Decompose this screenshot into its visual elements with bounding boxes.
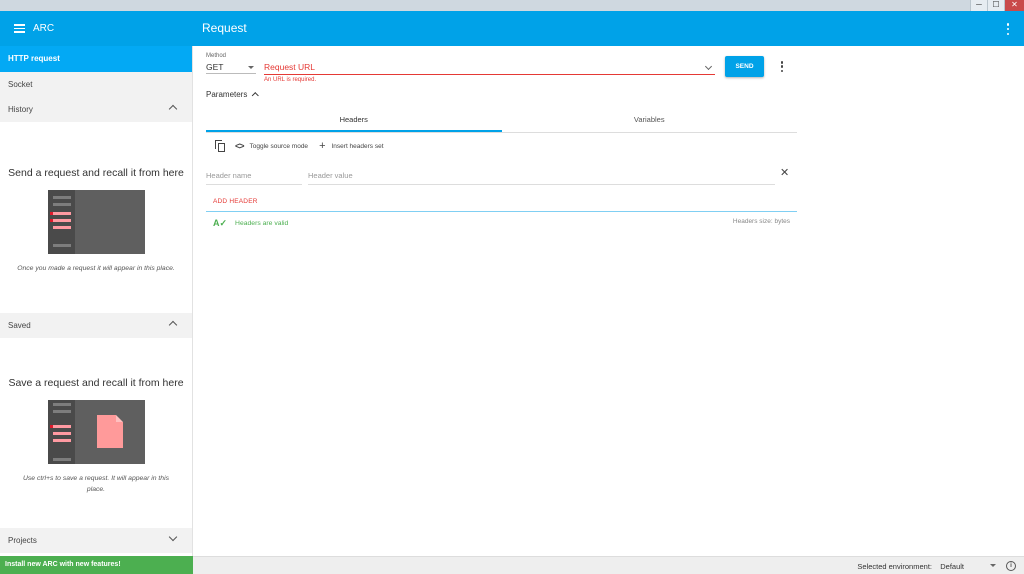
- history-illustration: [47, 190, 145, 254]
- sidebar: HTTP request Socket History Send a reque…: [0, 46, 193, 574]
- chevron-up-icon[interactable]: [168, 320, 178, 330]
- parameter-tabs: Headers Variables: [206, 110, 797, 133]
- history-empty-state: Send a request and recall it from here O…: [0, 122, 192, 313]
- parameters-toggle[interactable]: Parameters: [206, 90, 259, 99]
- request-options-icon[interactable]: [780, 61, 784, 72]
- method-value: GET: [206, 62, 224, 72]
- app-name: ARC: [33, 23, 55, 34]
- environment-select[interactable]: Default: [940, 562, 964, 571]
- projects-section-header[interactable]: Projects: [0, 528, 192, 553]
- url-error-message: An URL is required.: [264, 77, 317, 83]
- maximize-button[interactable]: ☐: [987, 0, 1004, 11]
- app-brand: ARC: [14, 11, 54, 46]
- info-icon[interactable]: i: [1006, 561, 1016, 571]
- history-empty-text: Once you made a request it will appear i…: [17, 265, 175, 272]
- header-value-input[interactable]: Header value: [308, 171, 775, 185]
- sidebar-item-socket[interactable]: Socket: [0, 72, 192, 97]
- chevron-up-icon: [252, 91, 259, 98]
- app-bar: ARC Request: [0, 11, 1024, 46]
- saved-empty-text: Use ctrl+s to save a request. It will ap…: [22, 475, 169, 493]
- request-url-placeholder: Request URL: [264, 62, 316, 72]
- chevron-down-icon[interactable]: [168, 532, 178, 542]
- chevron-down-icon[interactable]: [704, 62, 713, 71]
- divider: [206, 211, 797, 212]
- history-section-header[interactable]: History: [0, 97, 192, 122]
- add-header-button[interactable]: ADD HEADER: [213, 198, 258, 205]
- saved-empty-state: Save a request and recall it from here U…: [0, 338, 192, 528]
- saved-label: Saved: [8, 321, 31, 330]
- sidebar-item-http-request[interactable]: HTTP request: [0, 46, 192, 72]
- header-name-input[interactable]: Header name: [206, 171, 302, 185]
- insert-headers-set-button[interactable]: Insert headers set: [332, 143, 384, 150]
- spellcheck-icon: A✓: [213, 218, 228, 228]
- window-controls: ─ ☐ ✕: [970, 0, 1024, 11]
- close-window-button[interactable]: ✕: [1004, 0, 1024, 11]
- tab-variables[interactable]: Variables: [502, 110, 798, 132]
- headers-toolbar: <> Toggle source mode + Insert headers s…: [215, 139, 384, 153]
- minimize-button[interactable]: ─: [970, 0, 987, 11]
- history-empty-title: Send a request and recall it from here: [8, 167, 184, 179]
- projects-label: Projects: [8, 536, 37, 545]
- document-icon: [96, 415, 123, 448]
- toggle-source-mode-button[interactable]: Toggle source mode: [250, 143, 309, 150]
- window-titlebar: ─ ☐ ✕: [0, 0, 1024, 11]
- copy-icon[interactable]: [215, 140, 225, 152]
- saved-illustration: [47, 400, 145, 464]
- plus-icon[interactable]: +: [319, 141, 325, 152]
- environment-label: Selected environment:: [857, 562, 932, 571]
- chevron-up-icon[interactable]: [168, 104, 178, 114]
- history-label: History: [8, 105, 33, 114]
- saved-empty-title: Save a request and recall it from here: [8, 377, 184, 389]
- more-options-icon[interactable]: [1006, 23, 1010, 35]
- install-update-banner[interactable]: Install new ARC with new features!: [0, 556, 193, 574]
- method-select[interactable]: GET: [206, 62, 256, 74]
- code-icon[interactable]: <>: [235, 141, 244, 151]
- send-button[interactable]: SEND: [725, 56, 764, 77]
- close-icon[interactable]: ✕: [780, 166, 789, 179]
- method-label: Method: [206, 53, 227, 59]
- headers-valid-status: A✓ Headers are valid: [213, 218, 288, 229]
- page-title: Request: [202, 21, 247, 35]
- request-panel: Method GET Request URL An URL is require…: [193, 46, 1024, 556]
- hamburger-menu-icon[interactable]: [14, 24, 25, 33]
- parameters-label: Parameters: [206, 90, 248, 99]
- headers-size: Headers size: bytes: [732, 218, 790, 225]
- status-bar: Selected environment: Default i: [193, 556, 1024, 574]
- dropdown-caret-icon[interactable]: [990, 564, 996, 567]
- saved-section-header[interactable]: Saved: [0, 313, 192, 338]
- tab-headers[interactable]: Headers: [206, 110, 502, 132]
- dropdown-caret-icon: [248, 66, 254, 69]
- request-url-input[interactable]: Request URL: [264, 62, 715, 75]
- headers-valid-text: Headers are valid: [235, 220, 289, 227]
